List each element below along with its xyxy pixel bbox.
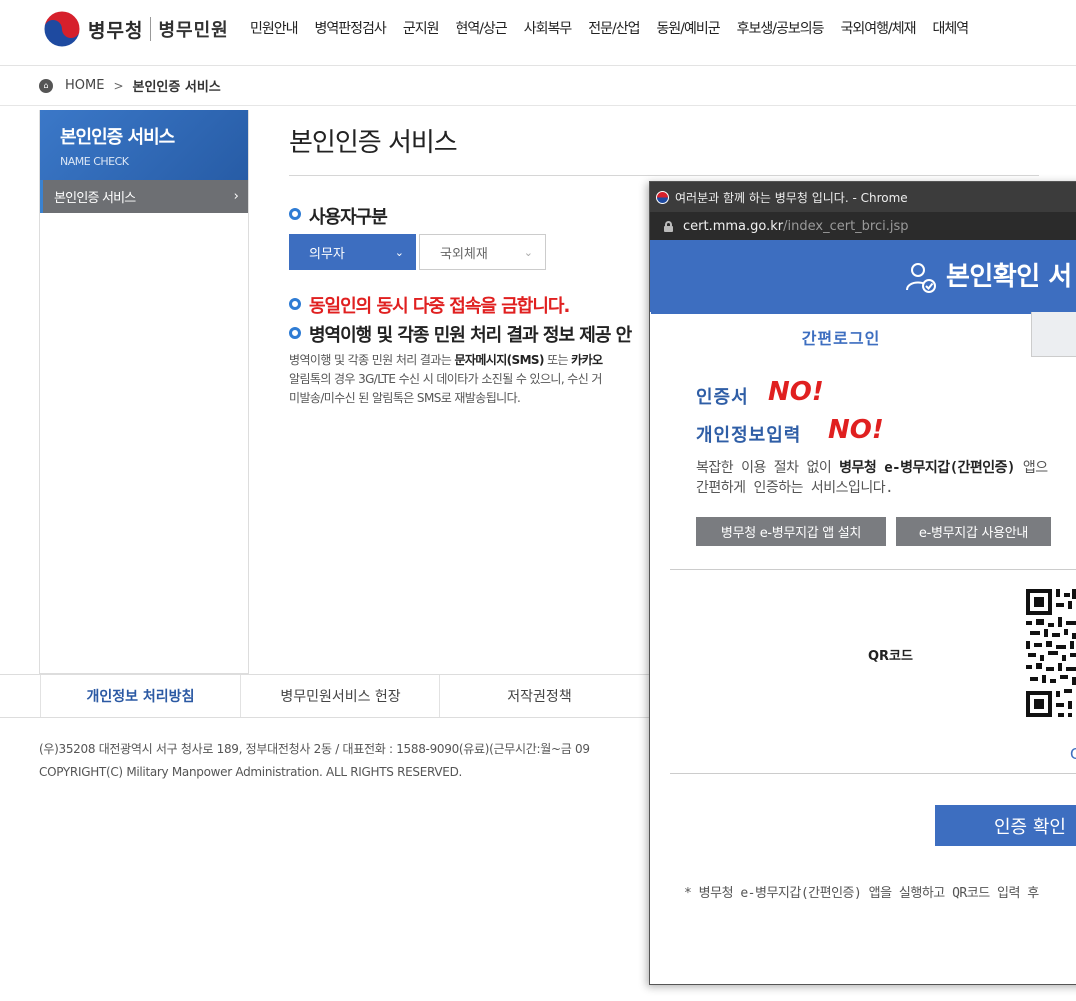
install-app-button[interactable]: 병무청 e-병무지갑 앱 설치 (696, 517, 886, 546)
sidebar-subtitle: NAME CHECK (60, 155, 129, 168)
personal-info-label: 개인정보입력 (696, 425, 802, 446)
desc-line-1: 복잡한 이용 절차 없이 병무청 e-병무지갑(간편인증) 앱으 (696, 460, 1048, 476)
divider (670, 569, 1076, 570)
nav-item-enlistment[interactable]: 군지원 (403, 18, 440, 38)
usage-guide-button[interactable]: e-병무지갑 사용안내 (896, 517, 1051, 546)
lock-icon[interactable] (664, 220, 673, 232)
service-description: 복잡한 이용 절차 없이 병무청 e-병무지갑(간편인증) 앱으 간편하게 인증… (696, 458, 1048, 498)
qr-code-link[interactable]: C (1070, 745, 1076, 763)
nav-item-military-exam[interactable]: 병역판정검사 (315, 18, 387, 38)
user-check-icon (906, 263, 936, 293)
title-divider (289, 175, 1039, 176)
page-title: 본인인증 서비스 (289, 128, 458, 158)
divider (670, 773, 1076, 774)
sidebar-header: 본인인증 서비스 NAME CHECK (40, 110, 248, 180)
sidebar-item-name-check[interactable]: 본인인증 서비스 › (40, 180, 248, 213)
breadcrumb: ⌂ HOME > 본인인증 서비스 (0, 66, 1076, 106)
info-description: 병역이행 및 각종 민원 처리 결과는 문자메시지(SMS) 또는 카카오 알림… (289, 351, 603, 408)
breadcrumb-current: 본인인증 서비스 (132, 80, 221, 95)
footer-link-privacy[interactable]: 개인정보 처리방침 (40, 675, 240, 717)
footer-link-copyright[interactable]: 저작권정책 (439, 675, 639, 717)
popup-footnote: * 병무청 e-병무지갑(간편인증) 앱을 실행하고 QR코드 입력 후 (684, 886, 1039, 901)
tab-simple-login[interactable]: 간편로그인 (651, 312, 1031, 359)
bullet-icon (289, 298, 301, 310)
qr-code-icon (1026, 587, 1076, 727)
nav-item-active-duty[interactable]: 현역/상근 (455, 18, 507, 38)
chevron-down-icon: ⌄ (523, 245, 533, 259)
info-line-2: 알림톡의 경우 3G/LTE 수신 시 데이타가 소진될 수 있으니, 수신 거 (289, 372, 602, 386)
confirm-auth-button[interactable]: 인증 확인 (935, 805, 1076, 846)
url-host: cert.mma.go.kr (683, 218, 784, 234)
user-type-select-obligor[interactable]: 의무자 ⌄ (289, 234, 416, 270)
no-badge: NO! (828, 415, 884, 445)
popup-address-bar[interactable]: cert.mma.go.kr/index_cert_brci.jsp (650, 212, 1076, 240)
chevron-down-icon: ⌄ (394, 245, 404, 259)
site-favicon-icon (656, 190, 669, 204)
main-nav: 민원안내 병역판정검사 군지원 현역/상근 사회복무 전문/산업 동원/예비군 … (250, 18, 985, 38)
bullet-icon (289, 327, 301, 339)
user-type-heading: 사용자구분 (309, 207, 388, 228)
site-header: 병무청 병무민원 민원안내 병역판정검사 군지원 현역/상근 사회복무 전문/산… (0, 0, 1076, 66)
popup-title-bar[interactable]: 여러분과 함께 하는 병무청 입니다. - Chrome (650, 182, 1076, 212)
login-tabs: 간편로그인 (650, 312, 1076, 359)
url-path: /index_cert_brci.jsp (783, 218, 909, 234)
info-line-1: 병역이행 및 각종 민원 처리 결과는 문자메시지(SMS) 또는 카카오 (289, 353, 603, 367)
nav-item-alternative[interactable]: 대체역 (933, 18, 970, 38)
breadcrumb-home[interactable]: HOME (65, 78, 104, 93)
address-text: (우)35208 대전광역시 서구 청사로 189, 정부대전청사 2동 / 대… (39, 742, 590, 756)
select-label: 국외체재 (440, 246, 488, 262)
info-line-3: 미발송/미수신 된 알림톡은 SMS로 재발송됩니다. (289, 391, 521, 405)
certificate-label: 인증서 (696, 387, 749, 408)
popup-banner-title: 본인확인 서 (946, 262, 1072, 292)
info-heading: 병역이행 및 각종 민원 처리 결과 정보 제공 안 (309, 325, 632, 346)
footer-address: (우)35208 대전광역시 서구 청사로 189, 정부대전청사 2동 / 대… (39, 738, 590, 784)
logo-sub-text: 병무민원 (158, 20, 229, 41)
nav-item-reserve[interactable]: 동원/예비군 (656, 18, 720, 38)
chevron-right-icon: > (113, 78, 124, 93)
tab-other[interactable] (1031, 312, 1076, 357)
user-type-select-overseas[interactable]: 국외체재 ⌄ (419, 234, 546, 270)
taegeuk-icon (43, 10, 81, 48)
home-icon[interactable]: ⌂ (39, 78, 53, 93)
auth-popup-window: 여러분과 함께 하는 병무청 입니다. - Chrome cert.mma.go… (649, 181, 1076, 985)
multi-login-warning: 동일인의 동시 다중 접속을 금합니다. (309, 296, 570, 317)
site-logo[interactable]: 병무청 병무민원 (42, 9, 229, 49)
nav-item-overseas[interactable]: 국외여행/체재 (841, 18, 917, 38)
popup-banner: 본인확인 서 (650, 240, 1076, 312)
chevron-right-icon: › (233, 189, 239, 204)
no-badge: NO! (768, 377, 824, 407)
logo-main-text: 병무청 (88, 19, 144, 42)
sidebar-item-label: 본인인증 서비스 (54, 191, 136, 206)
sidebar: 본인인증 서비스 NAME CHECK 본인인증 서비스 › (39, 110, 249, 674)
bullet-icon (289, 208, 301, 220)
nav-item-civil-guide[interactable]: 민원안내 (250, 18, 299, 38)
qr-code-label: QR코드 (868, 649, 913, 664)
copyright-text: COPYRIGHT(C) Military Manpower Administr… (39, 765, 463, 779)
desc-line-2: 간편하게 인증하는 서비스입니다. (696, 480, 894, 496)
select-label: 의무자 (309, 246, 345, 262)
popup-window-title: 여러분과 함께 하는 병무청 입니다. - Chrome (675, 190, 908, 205)
sidebar-title: 본인인증 서비스 (60, 127, 175, 148)
nav-item-industrial[interactable]: 전문/산업 (588, 18, 640, 38)
footer-link-charter[interactable]: 병무민원서비스 헌장 (240, 675, 440, 717)
logo-separator (150, 17, 152, 41)
nav-item-candidates[interactable]: 후보생/공보의등 (737, 18, 825, 38)
nav-item-social-service[interactable]: 사회복무 (524, 18, 573, 38)
